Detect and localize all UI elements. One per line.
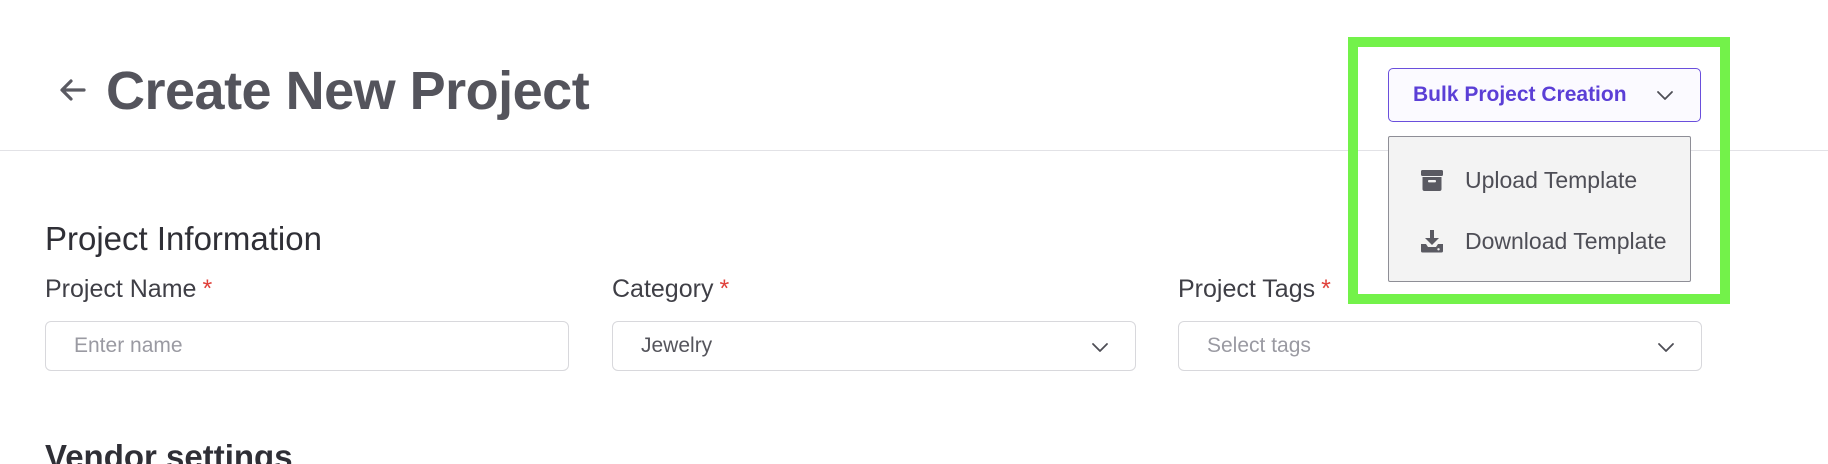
- bulk-dropdown-menu: Upload Template Download Template: [1388, 136, 1691, 282]
- required-asterisk: *: [719, 275, 730, 303]
- menu-item-upload-template[interactable]: Upload Template: [1389, 152, 1690, 208]
- page-title: Create New Project: [106, 61, 590, 121]
- chevron-down-icon: [1656, 87, 1674, 108]
- category-label: Category *: [612, 275, 729, 304]
- project-name-label: Project Name *: [45, 275, 212, 304]
- project-tags-label: Project Tags *: [1178, 275, 1331, 304]
- project-name-placeholder: Enter name: [74, 334, 183, 357]
- category-select[interactable]: Jewelry: [612, 321, 1136, 371]
- back-button[interactable]: [52, 72, 92, 112]
- category-selected-value: Jewelry: [641, 334, 713, 357]
- chevron-down-icon: [1657, 337, 1675, 361]
- project-information-heading: Project Information: [45, 220, 322, 257]
- chevron-down-icon: [1091, 337, 1109, 361]
- arrow-left-icon: [58, 78, 86, 107]
- download-template-label: Download Template: [1465, 227, 1667, 254]
- bulk-project-creation-button[interactable]: Bulk Project Creation: [1388, 68, 1701, 122]
- bulk-button-label: Bulk Project Creation: [1413, 83, 1627, 106]
- create-project-page: Create New Project Bulk Project Creation…: [0, 0, 1828, 464]
- vendor-settings-heading: Vendor settings: [45, 438, 293, 464]
- required-asterisk: *: [1321, 275, 1331, 303]
- download-tray-icon: [1419, 228, 1445, 254]
- project-tags-select[interactable]: Select tags: [1178, 321, 1702, 371]
- menu-item-download-template[interactable]: Download Template: [1389, 213, 1690, 269]
- project-name-label-text: Project Name: [45, 275, 197, 303]
- project-tags-placeholder: Select tags: [1207, 334, 1311, 357]
- project-tags-label-text: Project Tags: [1178, 275, 1316, 303]
- required-asterisk: *: [202, 275, 213, 303]
- archive-box-icon: [1419, 167, 1445, 193]
- category-label-text: Category: [612, 275, 714, 303]
- upload-template-label: Upload Template: [1465, 166, 1638, 193]
- project-name-input[interactable]: Enter name: [45, 321, 569, 371]
